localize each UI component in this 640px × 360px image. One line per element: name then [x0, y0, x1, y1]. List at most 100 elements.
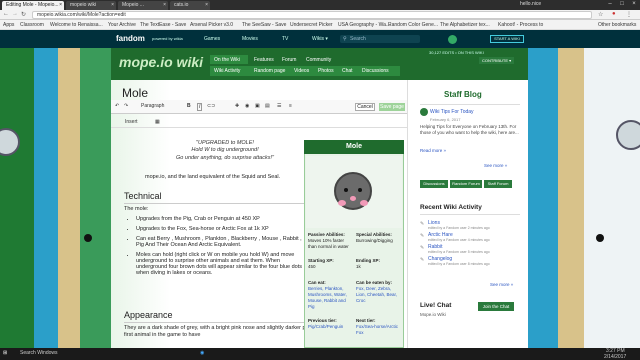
bookmark-item[interactable]: The TextEase - Save — [140, 20, 186, 30]
save-page-button[interactable]: Save page — [379, 103, 405, 111]
url-input[interactable]: mopeio.wikia.com/wiki/Mole?action=edit — [32, 11, 592, 19]
bookmark-item[interactable]: The SeeSaw - Save — [242, 20, 286, 30]
bookmark-item[interactable]: The Alphabetizer tex... — [440, 20, 490, 30]
tab-4[interactable]: cats.io × — [170, 1, 210, 10]
fandom-logo[interactable]: fandom — [116, 30, 145, 48]
menu-icon[interactable]: ⋮ — [626, 11, 632, 18]
subnav-discussions[interactable]: Discussions — [362, 68, 389, 74]
bold-button[interactable]: B — [187, 103, 191, 109]
field-value[interactable]: Fox/Sea-horse/Arctic Fox — [356, 324, 402, 336]
tab-forum[interactable]: Forum — [282, 57, 296, 63]
nav-tv[interactable]: TV — [282, 30, 288, 48]
nav-movies[interactable]: Movies — [242, 30, 258, 48]
windows-start-icon[interactable]: ⊞ — [3, 350, 7, 356]
numbered-list-icon[interactable]: ≡ — [289, 103, 292, 109]
editor-toolbar: ↶ ↷ Paragraph B I ⊂⊃ ✚ ◉ ▣ ▤ ☰ ≡ Cancel … — [111, 100, 407, 114]
infobox-title: Mole — [304, 140, 404, 154]
address-bar-row: ← → ↻ mopeio.wikia.com/wiki/Mole?action=… — [0, 10, 640, 20]
read-more-link[interactable]: Read more » — [420, 148, 446, 153]
eaten-by: Can be eaten by: Fox, Deer, Zebra, Lion,… — [356, 280, 402, 304]
redo-icon[interactable]: ↷ — [124, 103, 128, 109]
cancel-button[interactable]: Cancel — [355, 103, 375, 111]
link-icon[interactable]: ⊂⊃ — [207, 103, 215, 109]
reload-icon[interactable]: ↻ — [21, 11, 26, 18]
options-icon[interactable]: ▦ — [155, 119, 160, 125]
tab-label: Editing Mole - Mopeio... — [6, 2, 59, 8]
field-value[interactable]: Pig/Crab/Penguin — [308, 324, 352, 330]
maximize-icon[interactable]: □ — [616, 0, 628, 9]
insert-menu[interactable]: Insert — [125, 119, 138, 125]
media-icon[interactable]: ◉ — [245, 103, 249, 109]
bookmark-item[interactable]: Random Color Gene... — [388, 20, 438, 30]
bookmark-item[interactable]: Your Archive — [108, 20, 136, 30]
close-icon[interactable]: × — [111, 1, 114, 10]
italic-button[interactable]: I — [197, 103, 203, 111]
field-value[interactable]: Fox, Deer, Zebra, Lion, Cheetah, Bear, C… — [356, 286, 402, 304]
field-value[interactable]: Berries, Plankton, Mushrooms, Water, Mou… — [308, 286, 352, 310]
subnav-wiki-activity[interactable]: Wiki Activity — [214, 68, 240, 74]
see-more-link[interactable]: See more » — [484, 163, 507, 168]
minimize-icon[interactable]: – — [604, 0, 616, 9]
join-chat-button[interactable]: Join the Chat — [478, 302, 514, 311]
tab-on-the-wiki[interactable]: On the Wiki — [214, 57, 240, 63]
forward-icon[interactable]: → — [12, 11, 18, 17]
chrome-taskbar-icon[interactable]: ◉ — [200, 350, 204, 356]
list-item: Moles can hold (right click or W on mobi… — [136, 252, 302, 276]
activity-meta: edited by a Fandom user 4 minutes ago — [428, 238, 490, 242]
fandom-search[interactable]: ⚲ Search — [340, 35, 420, 43]
tab-3[interactable]: Mopeio ... × — [118, 1, 168, 10]
bookmark-item[interactable]: Welcome to Renaissa... — [50, 20, 103, 30]
activity-meta: edited by a Fandom user 2 minutes ago — [428, 226, 490, 230]
staff-blog-title: Staff Blog — [444, 90, 482, 99]
subnav-chat[interactable]: Chat — [342, 68, 353, 74]
discussions-button[interactable]: Discussions — [420, 180, 448, 188]
tab-2[interactable]: mopeio wiki × — [66, 1, 116, 10]
tab-editing-mole[interactable]: Editing Mole - Mopeio... × — [2, 1, 64, 10]
tab-features[interactable]: Features — [254, 57, 274, 63]
mole-nose — [350, 196, 356, 201]
bookmark-item[interactable]: Other bookmarks — [598, 20, 636, 30]
bookmark-item[interactable]: Apps — [3, 20, 14, 30]
avatar[interactable] — [448, 35, 457, 44]
bookmark-item[interactable]: Undersecret Picker — [290, 20, 333, 30]
bookmark-item[interactable]: Arsenal Picker v3.0 — [190, 20, 233, 30]
close-icon[interactable]: × — [163, 1, 166, 10]
subnav-videos[interactable]: Videos — [294, 68, 309, 74]
star-icon[interactable]: ☆ — [598, 11, 603, 18]
template-icon[interactable]: ▤ — [265, 103, 270, 109]
paragraph-select[interactable]: Paragraph — [141, 103, 164, 109]
technical-list: Upgrades from the Pig, Crab or Penguin a… — [130, 216, 302, 276]
bullet-list-icon[interactable]: ☰ — [277, 103, 281, 109]
back-icon[interactable]: ← — [3, 11, 9, 17]
wiki-logo[interactable]: mope.io wiki — [119, 54, 203, 70]
tab-community[interactable]: Community — [306, 57, 331, 63]
gallery-icon[interactable]: ▣ — [255, 103, 260, 109]
bookmark-item[interactable]: Classroom — [20, 20, 44, 30]
mole-eye — [344, 188, 348, 192]
divider — [420, 214, 520, 215]
page-title: Mole — [122, 86, 149, 100]
bookmark-item[interactable]: USA Geography - Wa... — [338, 20, 390, 30]
nav-wikis[interactable]: Wikis ▾ — [312, 30, 328, 48]
bookmark-item[interactable]: Kahoot! - Process to — [498, 20, 543, 30]
add-media-icon[interactable]: ✚ — [235, 103, 239, 109]
bg-sand-stripe — [558, 30, 584, 348]
close-icon[interactable]: × — [205, 1, 208, 10]
subnav-photos[interactable]: Photos — [318, 68, 334, 74]
blog-author[interactable]: Wiki Tips For Today — [430, 109, 474, 115]
close-window-icon[interactable]: × — [628, 0, 640, 9]
taskbar-search[interactable]: Search Windows — [20, 350, 58, 356]
undo-icon[interactable]: ↶ — [115, 103, 119, 109]
subnav-random-page[interactable]: Random page — [254, 68, 285, 74]
staff-forum-button[interactable]: Staff Forum — [484, 180, 512, 188]
close-icon[interactable]: × — [59, 1, 62, 10]
start-wiki-button[interactable]: START A WIKI — [490, 35, 524, 43]
extension-icon[interactable]: ● — [612, 11, 616, 17]
contribute-button[interactable]: CONTRIBUTE ▾ — [479, 57, 515, 64]
quote-line: "UPGRADED to MOLE! — [196, 140, 254, 146]
passive-abilities: Passive Abilities: Moves 10% faster than… — [308, 232, 352, 250]
random-forum-button[interactable]: Random Forum — [450, 180, 482, 188]
nav-games[interactable]: Games — [204, 30, 220, 48]
divider — [420, 104, 520, 105]
see-more-activity-link[interactable]: See more » — [490, 282, 513, 287]
